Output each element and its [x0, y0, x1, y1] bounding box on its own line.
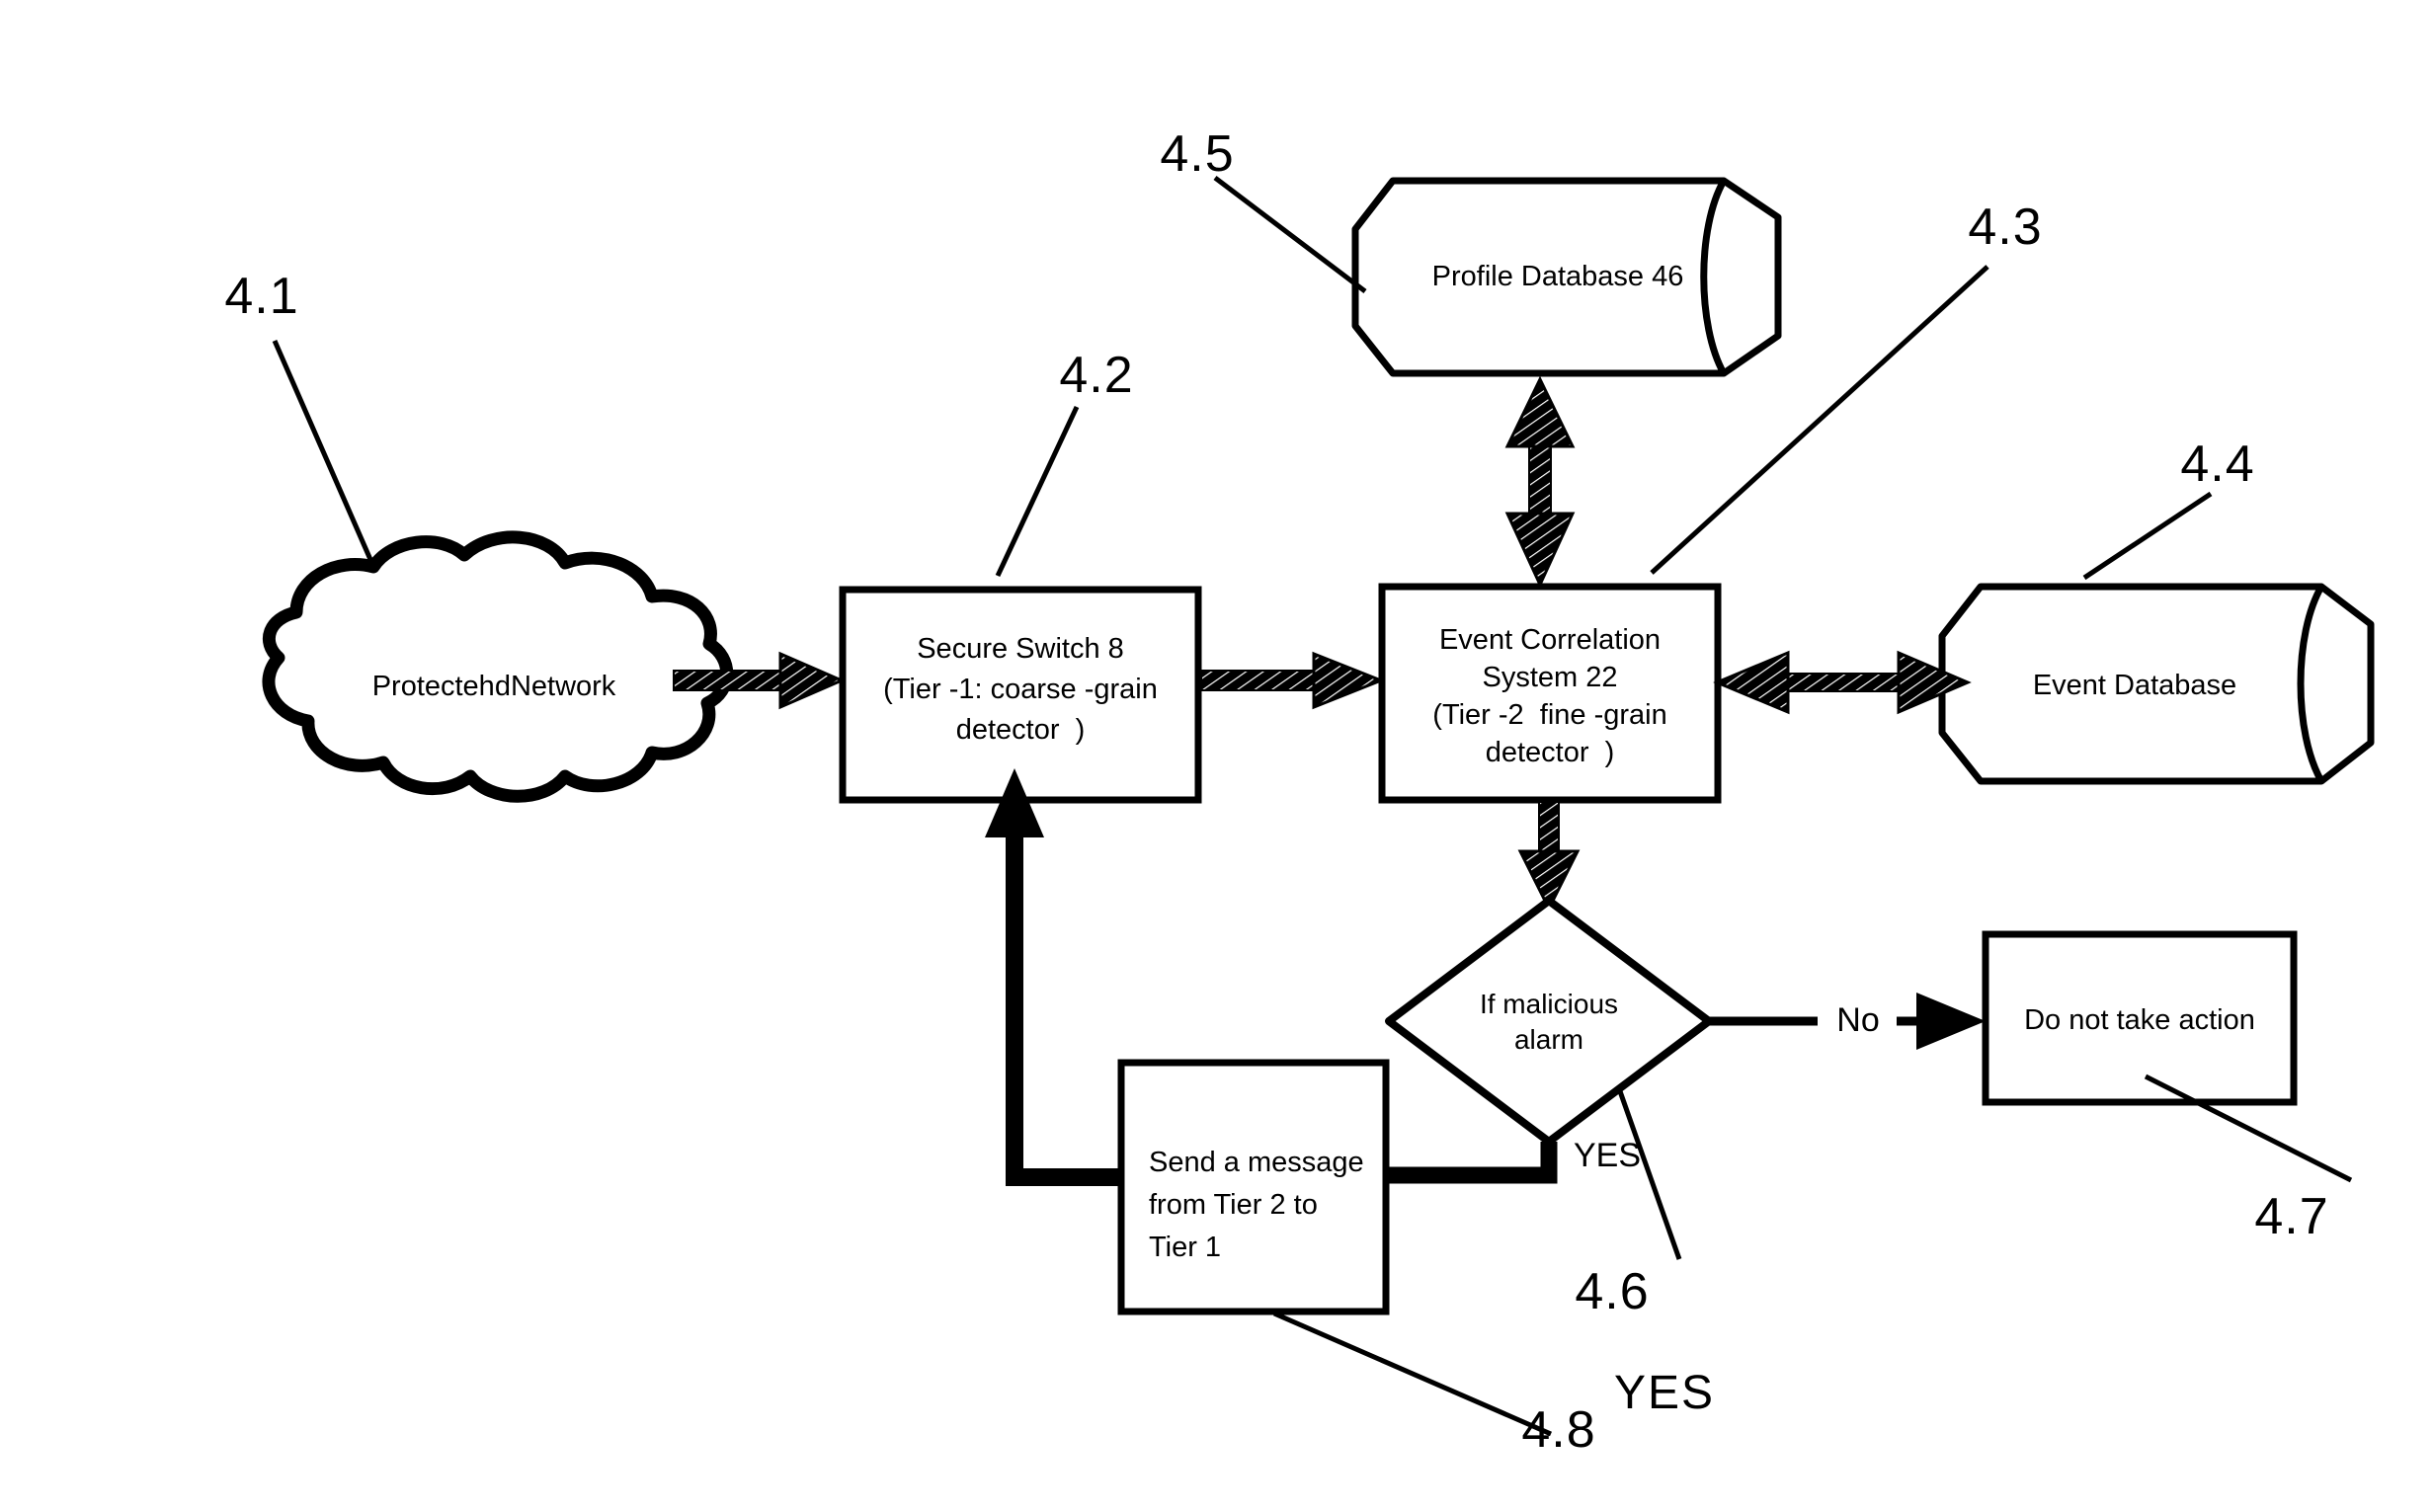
send-message-box-shape [1117, 1059, 1390, 1315]
event-correlation-box-shape [1378, 583, 1722, 804]
event-database-cylinder-shape [1938, 583, 2375, 785]
edge-yes-branch [1383, 1142, 1558, 1184]
protected-network-cloud-shape [262, 530, 734, 803]
decision-diamond-shape [1385, 897, 1713, 1146]
diagram-vector-layer [262, 176, 2375, 1437]
edge-switch-to-correlation [1200, 651, 1386, 710]
do-not-take-action-box-shape [1982, 930, 2298, 1106]
edge-feedback-to-switch [985, 768, 1121, 1186]
profile-database-cylinder-shape [1351, 177, 1782, 377]
edge-profile-db-correlation [1504, 375, 1576, 589]
figure-canvas: ProtectehdNetwork Secure Switch 8 (Tier … [0, 0, 2434, 1512]
secure-switch-box-shape [839, 586, 1202, 804]
edge-no-branch [1709, 993, 1986, 1050]
edge-correlation-event-db [1713, 650, 1972, 715]
edge-correlation-to-decision [1517, 801, 1581, 913]
